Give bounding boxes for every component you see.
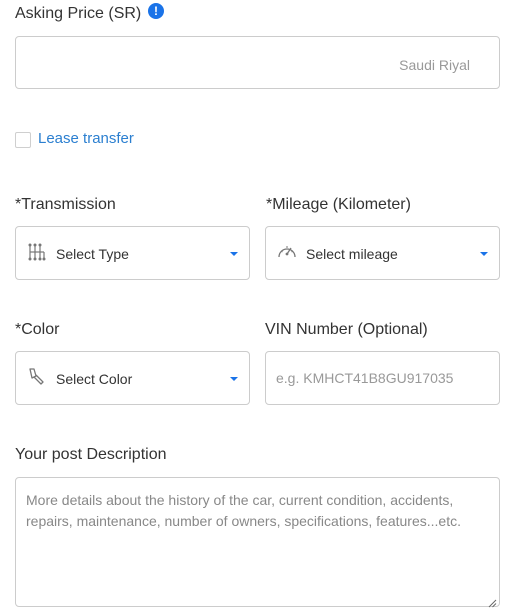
speedometer-icon xyxy=(276,242,298,262)
mileage-label: *Mileage (Kilometer) xyxy=(266,196,411,213)
info-icon[interactable]: ! xyxy=(148,3,164,19)
chevron-down-icon xyxy=(230,252,238,256)
transmission-select[interactable]: Select Type xyxy=(15,226,250,280)
description-field[interactable] xyxy=(15,477,500,608)
color-select[interactable]: Select Color xyxy=(15,351,250,405)
gear-shift-icon xyxy=(26,242,48,262)
description-label: Your post Description xyxy=(15,446,167,463)
resize-grip-icon[interactable] xyxy=(488,595,497,608)
color-label: *Color xyxy=(15,321,60,338)
mileage-select[interactable]: Select mileage xyxy=(265,226,500,280)
asking-price-label: Asking Price (SR) xyxy=(15,5,142,22)
transmission-select-value: Select Type xyxy=(56,246,129,262)
lease-transfer-label[interactable]: Lease transfer xyxy=(38,130,134,147)
paint-brush-icon xyxy=(26,367,48,387)
vin-label: VIN Number (Optional) xyxy=(265,321,428,338)
color-select-value: Select Color xyxy=(56,371,133,387)
vin-input[interactable] xyxy=(266,352,499,404)
transmission-label: *Transmission xyxy=(15,196,116,213)
lease-transfer-checkbox[interactable] xyxy=(15,132,31,148)
asking-price-field[interactable]: Saudi Riyal xyxy=(15,36,500,89)
mileage-select-value: Select mileage xyxy=(306,246,398,262)
chevron-down-icon xyxy=(230,377,238,381)
currency-suffix: Saudi Riyal xyxy=(399,57,470,73)
chevron-down-icon xyxy=(480,252,488,256)
description-textarea[interactable] xyxy=(16,478,499,606)
vin-field[interactable] xyxy=(265,351,500,405)
